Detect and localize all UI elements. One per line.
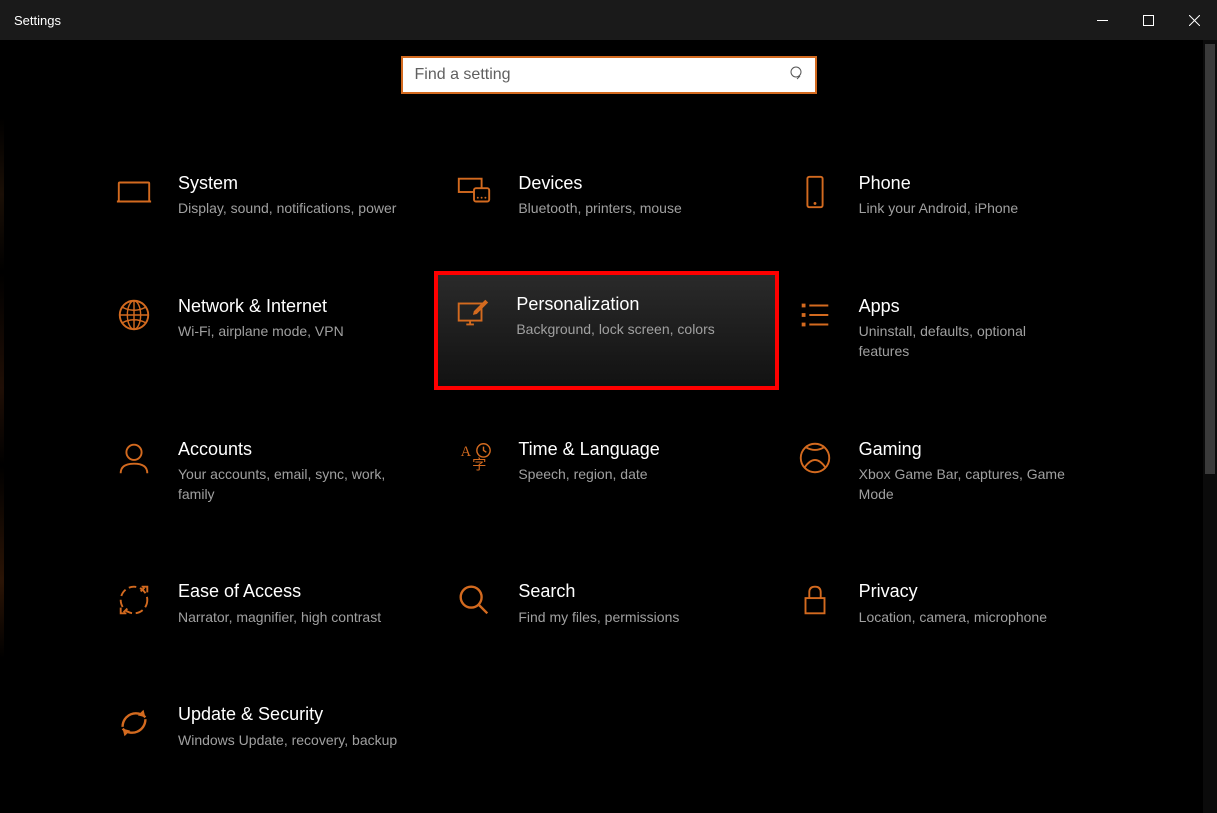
scrollbar-thumb[interactable] (1205, 44, 1215, 474)
tile-desc: Uninstall, defaults, optional features (859, 322, 1079, 361)
close-button[interactable] (1171, 0, 1217, 40)
tile-devices[interactable]: Devices Bluetooth, printers, mouse (448, 164, 768, 227)
settings-grid-container: System Display, sound, notifications, po… (0, 94, 1217, 758)
minimize-button[interactable] (1079, 0, 1125, 40)
tile-gaming[interactable]: Gaming Xbox Game Bar, captures, Game Mod… (789, 430, 1109, 513)
tile-desc: Speech, region, date (518, 465, 659, 485)
update-icon (114, 703, 154, 743)
tile-title: System (178, 172, 396, 195)
tile-time-language[interactable]: A字 Time & Language Speech, region, date (448, 430, 768, 513)
personalization-icon (452, 293, 492, 333)
phone-icon (795, 172, 835, 212)
svg-text:字: 字 (472, 456, 486, 473)
tile-title: Network & Internet (178, 295, 344, 318)
user-icon (114, 438, 154, 478)
tile-desc: Wi-Fi, airplane mode, VPN (178, 322, 344, 342)
tile-search[interactable]: Search Find my files, permissions (448, 572, 768, 635)
maximize-button[interactable] (1125, 0, 1171, 40)
tile-update-security[interactable]: Update & Security Windows Update, recove… (108, 695, 428, 758)
ease-of-access-icon (114, 580, 154, 620)
search-input[interactable]: Find a setting (401, 56, 817, 94)
tile-personalization[interactable]: Personalization Background, lock screen,… (438, 275, 774, 386)
tile-title: Accounts (178, 438, 398, 461)
tile-network[interactable]: Network & Internet Wi-Fi, airplane mode,… (108, 287, 428, 370)
maximize-icon (1143, 15, 1154, 26)
tile-title: Personalization (516, 293, 714, 316)
tile-desc: Link your Android, iPhone (859, 199, 1019, 219)
left-edge-accent (0, 40, 4, 813)
search-placeholder: Find a setting (415, 66, 789, 84)
tile-desc: Bluetooth, printers, mouse (518, 199, 681, 219)
tile-title: Time & Language (518, 438, 659, 461)
tile-title: Update & Security (178, 703, 397, 726)
titlebar: Settings (0, 0, 1217, 40)
search-container: Find a setting (0, 56, 1217, 94)
tile-ease-of-access[interactable]: Ease of Access Narrator, magnifier, high… (108, 572, 428, 635)
vertical-scrollbar[interactable] (1203, 40, 1217, 813)
tile-title: Search (518, 580, 679, 603)
tile-desc: Your accounts, email, sync, work, family (178, 465, 398, 504)
devices-icon (454, 172, 494, 212)
globe-icon (114, 295, 154, 335)
tile-phone[interactable]: Phone Link your Android, iPhone (789, 164, 1109, 227)
xbox-icon (795, 438, 835, 478)
tile-accounts[interactable]: Accounts Your accounts, email, sync, wor… (108, 430, 428, 513)
minimize-icon (1097, 15, 1108, 26)
tile-desc: Display, sound, notifications, power (178, 199, 396, 219)
tile-desc: Location, camera, microphone (859, 608, 1047, 628)
tile-title: Devices (518, 172, 681, 195)
window-controls (1079, 0, 1217, 40)
tile-title: Ease of Access (178, 580, 381, 603)
window-title: Settings (14, 13, 61, 28)
tile-desc: Find my files, permissions (518, 608, 679, 628)
tile-desc: Narrator, magnifier, high contrast (178, 608, 381, 628)
tile-title: Privacy (859, 580, 1047, 603)
apps-icon (795, 295, 835, 335)
magnifier-icon (454, 580, 494, 620)
system-icon (114, 172, 154, 212)
tile-system[interactable]: System Display, sound, notifications, po… (108, 164, 428, 227)
tile-title: Phone (859, 172, 1019, 195)
tile-title: Apps (859, 295, 1079, 318)
tile-desc: Windows Update, recovery, backup (178, 731, 397, 751)
tile-desc: Background, lock screen, colors (516, 320, 714, 340)
tile-desc: Xbox Game Bar, captures, Game Mode (859, 465, 1079, 504)
close-icon (1189, 15, 1200, 26)
settings-grid: System Display, sound, notifications, po… (108, 164, 1109, 758)
tile-title: Gaming (859, 438, 1079, 461)
tile-privacy[interactable]: Privacy Location, camera, microphone (789, 572, 1109, 635)
time-language-icon: A字 (454, 438, 494, 478)
search-icon (789, 65, 805, 86)
svg-text:A: A (461, 444, 472, 460)
tile-apps[interactable]: Apps Uninstall, defaults, optional featu… (789, 287, 1109, 370)
lock-icon (795, 580, 835, 620)
